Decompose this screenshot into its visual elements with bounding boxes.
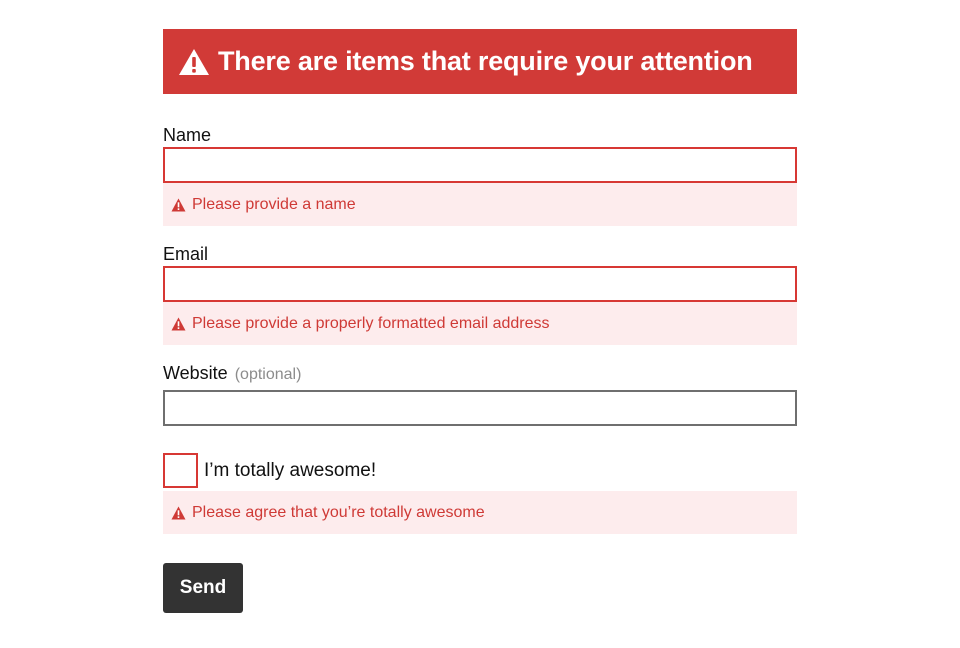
- email-error-text: Please provide a properly formatted emai…: [192, 314, 550, 332]
- form: There are items that require your attent…: [163, 29, 797, 613]
- error-summary-title: There are items that require your attent…: [218, 46, 753, 76]
- awesome-error-text: Please agree that you’re totally awesome: [192, 503, 485, 521]
- awesome-checkbox-row: I’m totally awesome!: [163, 453, 797, 488]
- name-input[interactable]: [163, 147, 797, 183]
- warning-icon: [171, 506, 186, 520]
- website-input[interactable]: [163, 390, 797, 426]
- warning-icon: [178, 48, 210, 76]
- awesome-checkbox-label[interactable]: I’m totally awesome!: [204, 460, 376, 482]
- email-field-group: Email Please provide a properly formatte…: [163, 244, 797, 345]
- website-label: Website (optional): [163, 363, 797, 385]
- email-label: Email: [163, 244, 209, 264]
- optional-hint: (optional): [234, 366, 302, 383]
- warning-icon: [171, 317, 186, 331]
- awesome-field-group: I’m totally awesome! Please agree that y…: [163, 453, 797, 534]
- awesome-checkbox[interactable]: [163, 453, 198, 488]
- email-input[interactable]: [163, 266, 797, 302]
- email-error-message: Please provide a properly formatted emai…: [163, 302, 797, 345]
- error-summary-banner: There are items that require your attent…: [163, 29, 797, 94]
- name-error-text: Please provide a name: [192, 195, 356, 213]
- website-field-group: Website (optional): [163, 363, 797, 426]
- awesome-error-message: Please agree that you’re totally awesome: [163, 491, 797, 534]
- website-label-text: Website: [163, 363, 228, 383]
- warning-icon: [171, 198, 186, 212]
- name-field-group: Name Please provide a name: [163, 125, 797, 226]
- send-button[interactable]: Send: [163, 563, 243, 613]
- name-label: Name: [163, 125, 212, 145]
- name-error-message: Please provide a name: [163, 183, 797, 226]
